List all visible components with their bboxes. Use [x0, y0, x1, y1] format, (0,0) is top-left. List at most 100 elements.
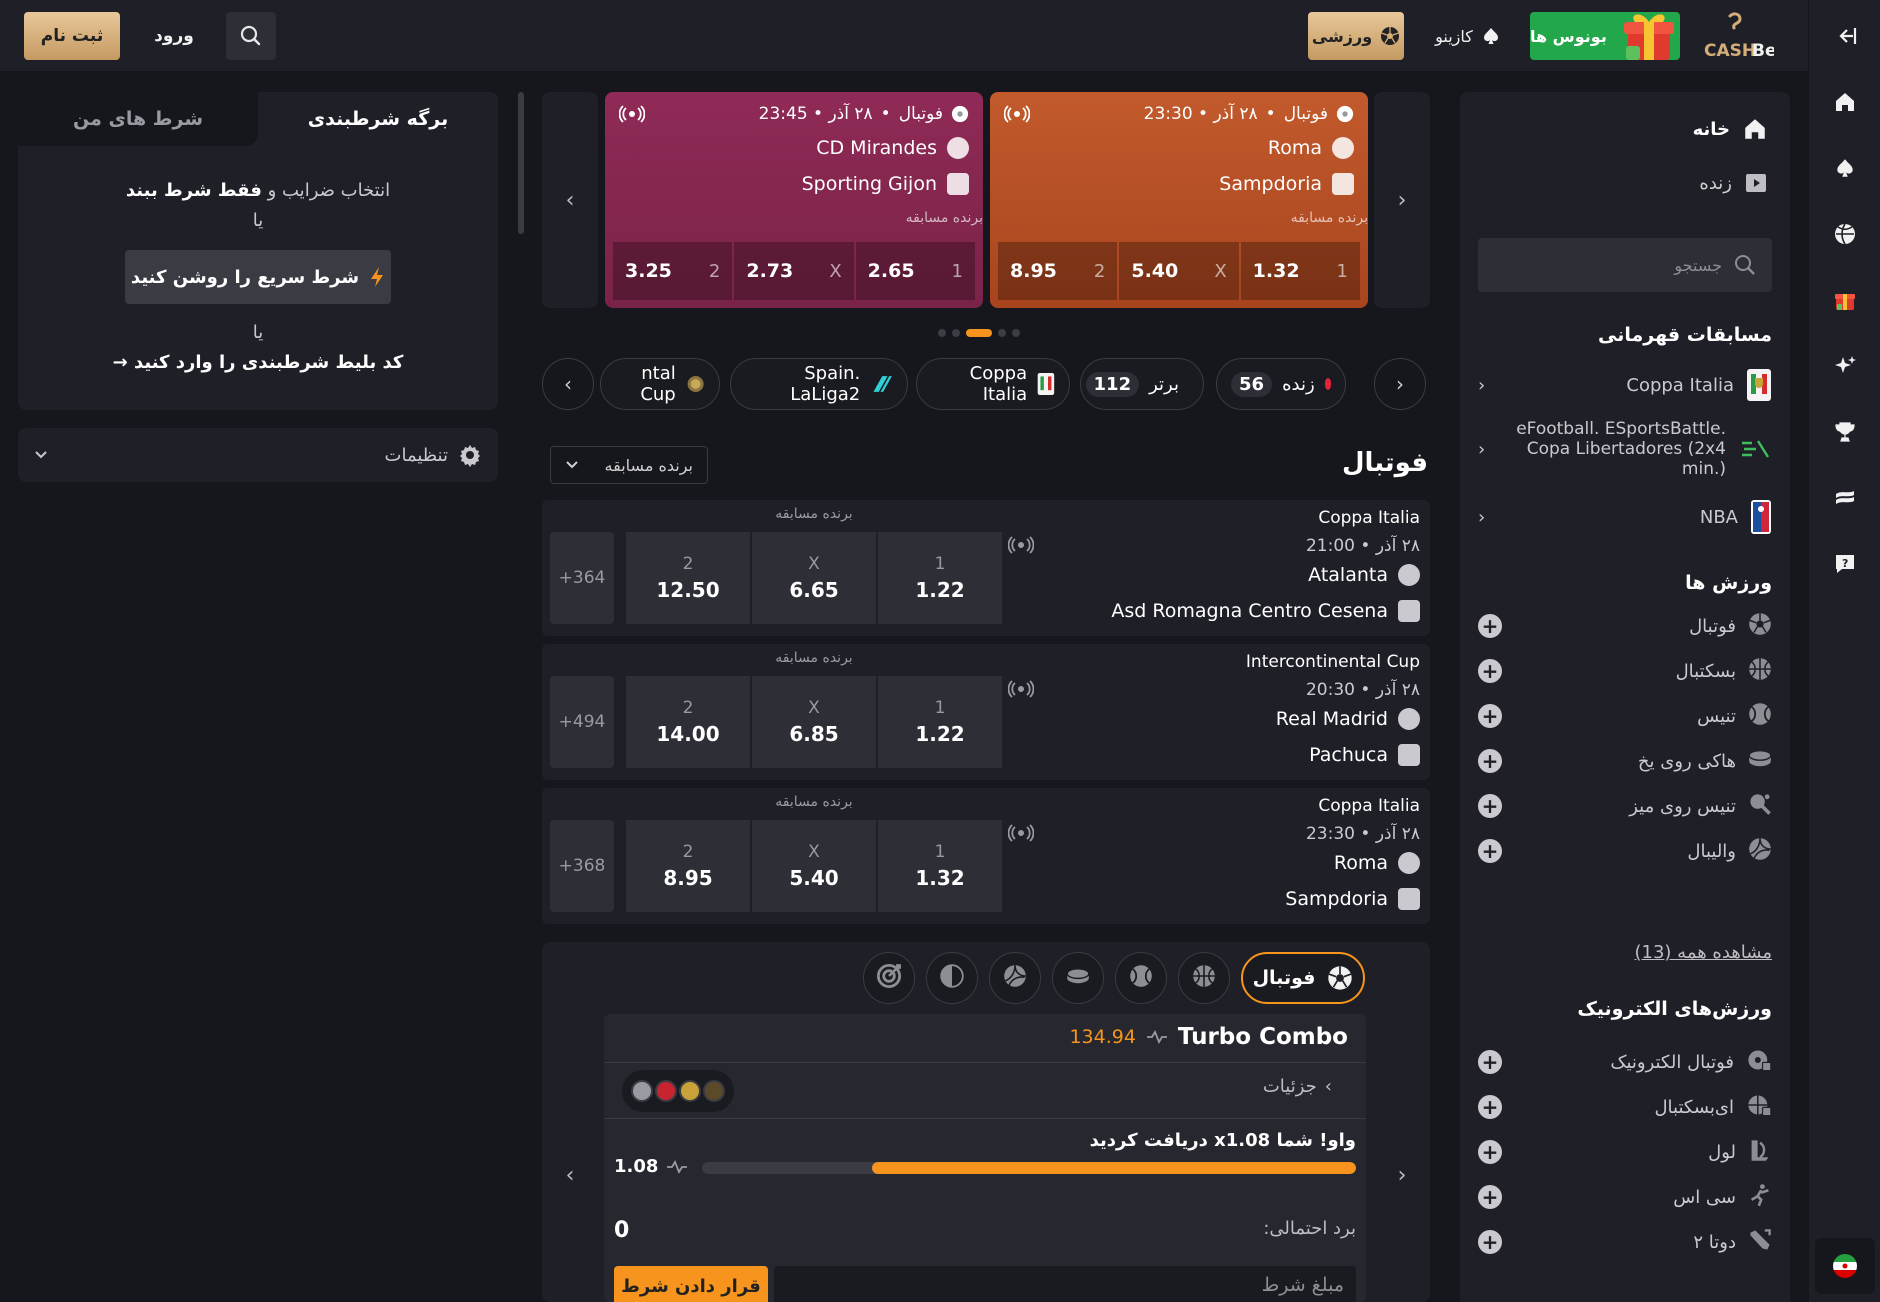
carousel-dot[interactable] [966, 329, 992, 337]
plus-icon[interactable]: + [1478, 659, 1502, 683]
trophy-icon[interactable] [1829, 416, 1861, 448]
plus-icon[interactable]: + [1478, 839, 1502, 863]
sport-tab[interactable] [926, 952, 978, 1004]
match-row[interactable]: Coppa Italia ۲۸ آذر • 23:30 Roma Sampdor… [542, 788, 1430, 924]
details-toggle[interactable]: › جزئیات [1263, 1076, 1332, 1097]
odd-button[interactable]: X 6.85 [752, 676, 876, 768]
featured-match-card[interactable]: فوتبال • ۲۸ آذر • 23:45 CD Mirandes Spor… [605, 92, 983, 308]
sidebar-sport-item[interactable]: لول + [1478, 1132, 1772, 1172]
tournament-nba[interactable]: NBA ‹ [1478, 496, 1772, 538]
brand-logo[interactable]: CASH Bet [1700, 10, 1785, 62]
turbo-prev-button[interactable]: ‹ [542, 1150, 598, 1200]
help-chat-icon[interactable]: ? [1829, 548, 1861, 580]
chip-laliga2[interactable]: Spain. LaLiga2 [730, 358, 908, 410]
sport-tab[interactable] [1052, 952, 1104, 1004]
sport-tab[interactable] [1115, 952, 1167, 1004]
odd-button[interactable]: 1 1.32 [878, 820, 1002, 912]
odd-button[interactable]: 1 1.22 [878, 532, 1002, 624]
view-all-sports-link[interactable]: مشاهده همه (13) [1634, 942, 1772, 963]
plus-icon[interactable]: + [1478, 704, 1502, 728]
plus-icon[interactable]: + [1478, 794, 1502, 818]
chevron-left-icon[interactable]: ‹ [1478, 375, 1485, 396]
gift-icon[interactable] [1829, 284, 1861, 316]
chip-intercontinental[interactable]: ntal Cup [600, 358, 720, 410]
register-button[interactable]: ثبت نام [24, 12, 120, 60]
login-button[interactable]: ورود [138, 12, 210, 60]
sport-tab[interactable] [989, 952, 1041, 1004]
plus-icon[interactable]: + [1478, 1095, 1502, 1119]
market-select[interactable]: برنده مسابقه [550, 446, 708, 484]
more-markets-button[interactable]: 364+ [550, 532, 614, 624]
odd-button[interactable]: X 5.40 [1119, 242, 1239, 300]
odd-button[interactable]: X 6.65 [752, 532, 876, 624]
sidebar-sport-item[interactable]: والیبال + [1478, 831, 1772, 871]
more-markets-button[interactable]: 494+ [550, 676, 614, 768]
chip-coppa-italia[interactable]: Coppa Italia [916, 358, 1070, 410]
plus-icon[interactable]: + [1478, 1230, 1502, 1254]
sparkle-icon[interactable] [1829, 350, 1861, 382]
chips-prev-button[interactable]: › [1374, 358, 1426, 410]
odd-button[interactable]: 2 12.50 [626, 532, 750, 624]
turbo-next-button[interactable]: › [1374, 1150, 1430, 1200]
odd-button[interactable]: 1 1.32 [1240, 242, 1360, 300]
sports-ball-icon[interactable] [1829, 218, 1861, 250]
tournament-efootball[interactable]: eFootball. ESportsBattle. Copa Libertado… [1478, 418, 1772, 480]
odd-button[interactable]: X 2.73 [734, 242, 854, 300]
carousel-prev-button[interactable]: ‹ [542, 92, 598, 308]
cash-icon[interactable] [1829, 482, 1861, 514]
sidebar-sport-item[interactable]: سی اس + [1478, 1177, 1772, 1217]
carousel-dot[interactable] [1012, 329, 1020, 337]
sidebar-sport-item[interactable]: فوتبال + [1478, 606, 1772, 646]
sport-tab[interactable] [863, 952, 915, 1004]
sidebar-sport-item[interactable]: فوتبال الکترونیک + [1478, 1042, 1772, 1082]
sidebar-sport-item[interactable]: تنیس روی میز + [1478, 786, 1772, 826]
carousel-dot[interactable] [998, 329, 1006, 337]
chevron-left-icon[interactable]: ‹ [1478, 439, 1485, 460]
spade-icon[interactable] [1829, 152, 1861, 184]
carousel-next-button[interactable]: › [1374, 92, 1430, 308]
sidebar-sport-item[interactable]: ای‌بسکتبال + [1478, 1087, 1772, 1127]
sidebar-sport-item[interactable]: هاکی روی یخ + [1478, 741, 1772, 781]
plus-icon[interactable]: + [1478, 749, 1502, 773]
header-search-button[interactable] [226, 12, 276, 60]
odd-button[interactable]: 2 14.00 [626, 676, 750, 768]
chip-live[interactable]: زنده 56 [1216, 358, 1346, 410]
sidebar-sport-item[interactable]: دوتا ۲ + [1478, 1222, 1772, 1262]
sidebar-sport-item[interactable]: بسکتبال + [1478, 651, 1772, 691]
match-row[interactable]: Intercontinental Cup ۲۸ آذر • 20:30 Real… [542, 644, 1430, 780]
more-markets-button[interactable]: 368+ [550, 820, 614, 912]
chip-top[interactable]: برتر 112 [1080, 358, 1204, 410]
chips-next-button[interactable]: ‹ [542, 358, 594, 410]
featured-match-card[interactable]: فوتبال • ۲۸ آذر • 23:30 Roma Sampdoria ب… [990, 92, 1368, 308]
carousel-dot[interactable] [952, 329, 960, 337]
nav-casino[interactable]: کازینو [1420, 12, 1516, 60]
plus-icon[interactable]: + [1478, 1140, 1502, 1164]
language-flag-button[interactable] [1815, 1238, 1875, 1294]
plus-icon[interactable]: + [1478, 1050, 1502, 1074]
odd-button[interactable]: 2 8.95 [626, 820, 750, 912]
odd-button[interactable]: 1 2.65 [855, 242, 975, 300]
odd-button[interactable]: X 5.40 [752, 820, 876, 912]
chevron-left-icon[interactable]: ‹ [1478, 507, 1485, 528]
stake-input[interactable]: مبلغ شرط [774, 1266, 1356, 1302]
enter-code-link[interactable]: کد بلیط شرطبندی را وارد کنید → [18, 352, 498, 373]
tab-my-bets[interactable]: شرط های من [18, 92, 258, 146]
sidebar-item-home[interactable]: خانه [1693, 102, 1790, 156]
sidebar-search-input[interactable]: جستجو [1478, 238, 1772, 292]
sidebar-sport-item[interactable]: تنیس + [1478, 696, 1772, 736]
match-row[interactable]: Coppa Italia ۲۸ آذر • 21:00 Atalanta Asd… [542, 500, 1430, 636]
odd-button[interactable]: 2 3.25 [613, 242, 733, 300]
odd-button[interactable]: 1 1.22 [878, 676, 1002, 768]
settings-row[interactable]: تنظیمات [18, 428, 498, 482]
tournament-coppa-italia[interactable]: Coppa Italia ‹ [1478, 364, 1772, 406]
odd-button[interactable]: 2 8.95 [998, 242, 1118, 300]
collapse-rail-icon[interactable] [1829, 20, 1861, 52]
tab-betslip[interactable]: برگه شرطبندی [258, 92, 498, 146]
place-bet-button[interactable]: قرار دادن شرط [614, 1266, 768, 1302]
plus-icon[interactable]: + [1478, 1185, 1502, 1209]
plus-icon[interactable]: + [1478, 614, 1502, 638]
carousel-dot[interactable] [938, 329, 946, 337]
betslip-scrollbar[interactable] [518, 92, 524, 234]
sport-tab[interactable] [1178, 952, 1230, 1004]
sidebar-item-live[interactable]: زنده [1699, 156, 1790, 210]
